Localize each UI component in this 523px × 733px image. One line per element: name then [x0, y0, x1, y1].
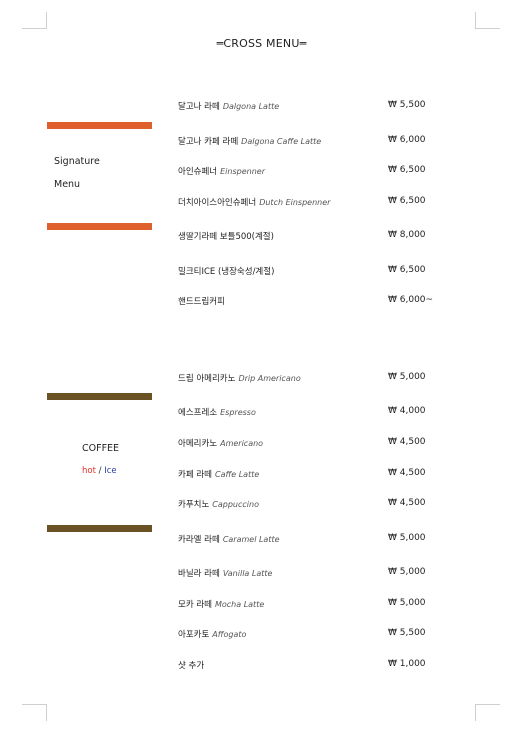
- coffee-top-bar: [47, 393, 152, 400]
- item-name-en: Espresso: [220, 408, 256, 417]
- item-name: 달고나 카페 라떼 Dalgona Caffe Latte: [178, 135, 321, 147]
- item-name-en: Affogato: [212, 630, 247, 639]
- item-name: 밀크티ICE (냉장숙성/계절): [178, 265, 274, 277]
- ice-label: Ice: [104, 466, 117, 476]
- menu-item-dutch-einspenner: 더치아이스아인슈페너 Dutch Einspenner ₩ 6,500: [178, 196, 438, 210]
- coffee-label: COFFEE: [82, 443, 120, 454]
- item-price: ₩ 6,500: [388, 165, 426, 175]
- coffee-bottom-bar: [47, 525, 152, 532]
- item-name-ko: 더치아이스아인슈페너: [178, 198, 257, 208]
- menu-item-espresso: 에스프레소 Espresso ₩ 4,000: [178, 406, 438, 420]
- item-name: 에스프레소 Espresso: [178, 406, 256, 418]
- item-name-ko: 아메리카노: [178, 439, 218, 449]
- item-price: ₩ 4,500: [388, 468, 426, 478]
- item-name: 아포카토 Affogato: [178, 628, 246, 640]
- item-name-en: Einspenner: [220, 167, 265, 176]
- menu-item-vanilla-latte: 바닐라 라떼 Vanilla Latte ₩ 5,000: [178, 567, 438, 581]
- menu-item-extra-shot: 샷 추가 ₩ 1,000: [178, 659, 438, 673]
- item-price: ₩ 4,500: [388, 437, 426, 447]
- item-price: ₩ 5,500: [388, 100, 426, 110]
- item-name-en: Americano: [220, 439, 264, 448]
- item-name-en: Mocha Latte: [214, 600, 265, 609]
- menu-item-strawberry-latte: 생딸기라떼 보틀500(계절) ₩ 8,000: [178, 230, 438, 244]
- item-price: ₩ 5,000: [388, 533, 426, 543]
- item-name: 바닐라 라떼 Vanilla Latte: [178, 567, 272, 579]
- item-name-ko: 달고나 라떼: [178, 102, 220, 112]
- crop-mark-top-right: [475, 12, 500, 29]
- crop-mark-top-left: [22, 12, 47, 29]
- menu-title: ═CROSS MENU═: [216, 37, 307, 50]
- item-name-ko: 카페 라떼: [178, 470, 212, 480]
- item-price: ₩ 6,000~: [388, 295, 434, 305]
- item-name: 샷 추가: [178, 659, 204, 671]
- menu-item-americano: 아메리카노 Americano ₩ 4,500: [178, 437, 438, 451]
- item-price: ₩ 4,000: [388, 406, 426, 416]
- item-name-ko: 달고나 카페 라떼: [178, 137, 239, 147]
- menu-item-dalgona-latte: 달고나 라떼 Dalgona Latte ₩ 5,500: [178, 100, 438, 114]
- item-name: 달고나 라떼 Dalgona Latte: [178, 100, 279, 112]
- item-name-en: Caffe Latte: [214, 470, 260, 479]
- item-name-en: Caramel Latte: [222, 535, 280, 544]
- item-price: ₩ 8,000: [388, 230, 426, 240]
- item-name-ko: 아인슈페너: [178, 167, 218, 177]
- menu-item-caramel-latte: 카라멜 라떼 Caramel Latte ₩ 5,000: [178, 533, 438, 547]
- item-name-en: Cappuccino: [212, 500, 259, 509]
- item-name-en: Dalgona Latte: [222, 102, 280, 111]
- item-name: 카라멜 라떼 Caramel Latte: [178, 533, 280, 545]
- item-price: ₩ 6,000: [388, 135, 426, 145]
- item-name: 아인슈페너 Einspenner: [178, 165, 265, 177]
- item-name-ko: 모카 라떼: [178, 600, 212, 610]
- item-name-en: Dutch Einspenner: [259, 198, 331, 207]
- crop-mark-bottom-right: [475, 704, 500, 721]
- menu-item-dalgona-caffe-latte: 달고나 카페 라떼 Dalgona Caffe Latte ₩ 6,000: [178, 135, 438, 149]
- menu-item-caffe-latte: 카페 라떼 Caffe Latte ₩ 4,500: [178, 468, 438, 482]
- menu-item-affogato: 아포카토 Affogato ₩ 5,500: [178, 628, 438, 642]
- item-price: ₩ 5,000: [388, 372, 426, 382]
- item-name-en: Drip Americano: [238, 374, 301, 383]
- signature-top-bar: [47, 122, 152, 129]
- item-name-ko: 핸드드립커피: [178, 297, 225, 307]
- item-name-ko: 에스프레소: [178, 408, 218, 418]
- item-name-ko: 생딸기라떼 보틀500(계절): [178, 232, 274, 242]
- item-price: ₩ 4,500: [388, 498, 426, 508]
- item-name: 카푸치노 Cappuccino: [178, 498, 259, 510]
- item-name: 더치아이스아인슈페너 Dutch Einspenner: [178, 196, 330, 208]
- item-price: ₩ 1,000: [388, 659, 426, 669]
- item-name-ko: 드립 아메리카노: [178, 374, 236, 384]
- item-name: 아메리카노 Americano: [178, 437, 263, 449]
- signature-label-line1: Signature: [54, 156, 100, 167]
- menu-item-milk-tea-ice: 밀크티ICE (냉장숙성/계절) ₩ 6,500: [178, 265, 438, 279]
- item-name-ko: 샷 추가: [178, 661, 205, 671]
- item-price: ₩ 5,000: [388, 598, 426, 608]
- hot-ice-label: hot / Ice: [82, 466, 117, 476]
- item-name-ko: 카라멜 라떼: [178, 535, 220, 545]
- item-name: 생딸기라떼 보틀500(계절): [178, 230, 274, 242]
- item-price: ₩ 6,500: [388, 196, 426, 206]
- item-price: ₩ 5,000: [388, 567, 426, 577]
- menu-page: ═CROSS MENU═ Signature Menu COFFEE hot /…: [0, 0, 523, 733]
- item-name-en: Vanilla Latte: [222, 569, 273, 578]
- signature-label-line2: Menu: [54, 179, 81, 190]
- item-name-ko: 밀크티ICE (냉장숙성/계절): [178, 267, 275, 277]
- item-name-ko: 아포카토: [178, 630, 210, 640]
- item-name-ko: 카푸치노: [178, 500, 210, 510]
- crop-mark-bottom-left: [22, 704, 47, 721]
- item-price: ₩ 6,500: [388, 265, 426, 275]
- hot-label: hot: [82, 466, 96, 476]
- menu-item-drip-americano: 드립 아메리카노 Drip Americano ₩ 5,000: [178, 372, 438, 386]
- item-price: ₩ 5,500: [388, 628, 426, 638]
- hot-ice-separator: /: [98, 466, 102, 476]
- menu-item-einspenner: 아인슈페너 Einspenner ₩ 6,500: [178, 165, 438, 179]
- signature-bottom-bar: [47, 223, 152, 230]
- item-name: 모카 라떼 Mocha Latte: [178, 598, 264, 610]
- item-name-ko: 바닐라 라떼: [178, 569, 220, 579]
- item-name-en: Dalgona Caffe Latte: [241, 137, 322, 146]
- item-name: 핸드드립커피: [178, 295, 225, 307]
- item-name: 카페 라떼 Caffe Latte: [178, 468, 259, 480]
- menu-item-cappuccino: 카푸치노 Cappuccino ₩ 4,500: [178, 498, 438, 512]
- menu-item-mocha-latte: 모카 라떼 Mocha Latte ₩ 5,000: [178, 598, 438, 612]
- item-name: 드립 아메리카노 Drip Americano: [178, 372, 301, 384]
- menu-item-hand-drip: 핸드드립커피 ₩ 6,000~: [178, 295, 438, 309]
